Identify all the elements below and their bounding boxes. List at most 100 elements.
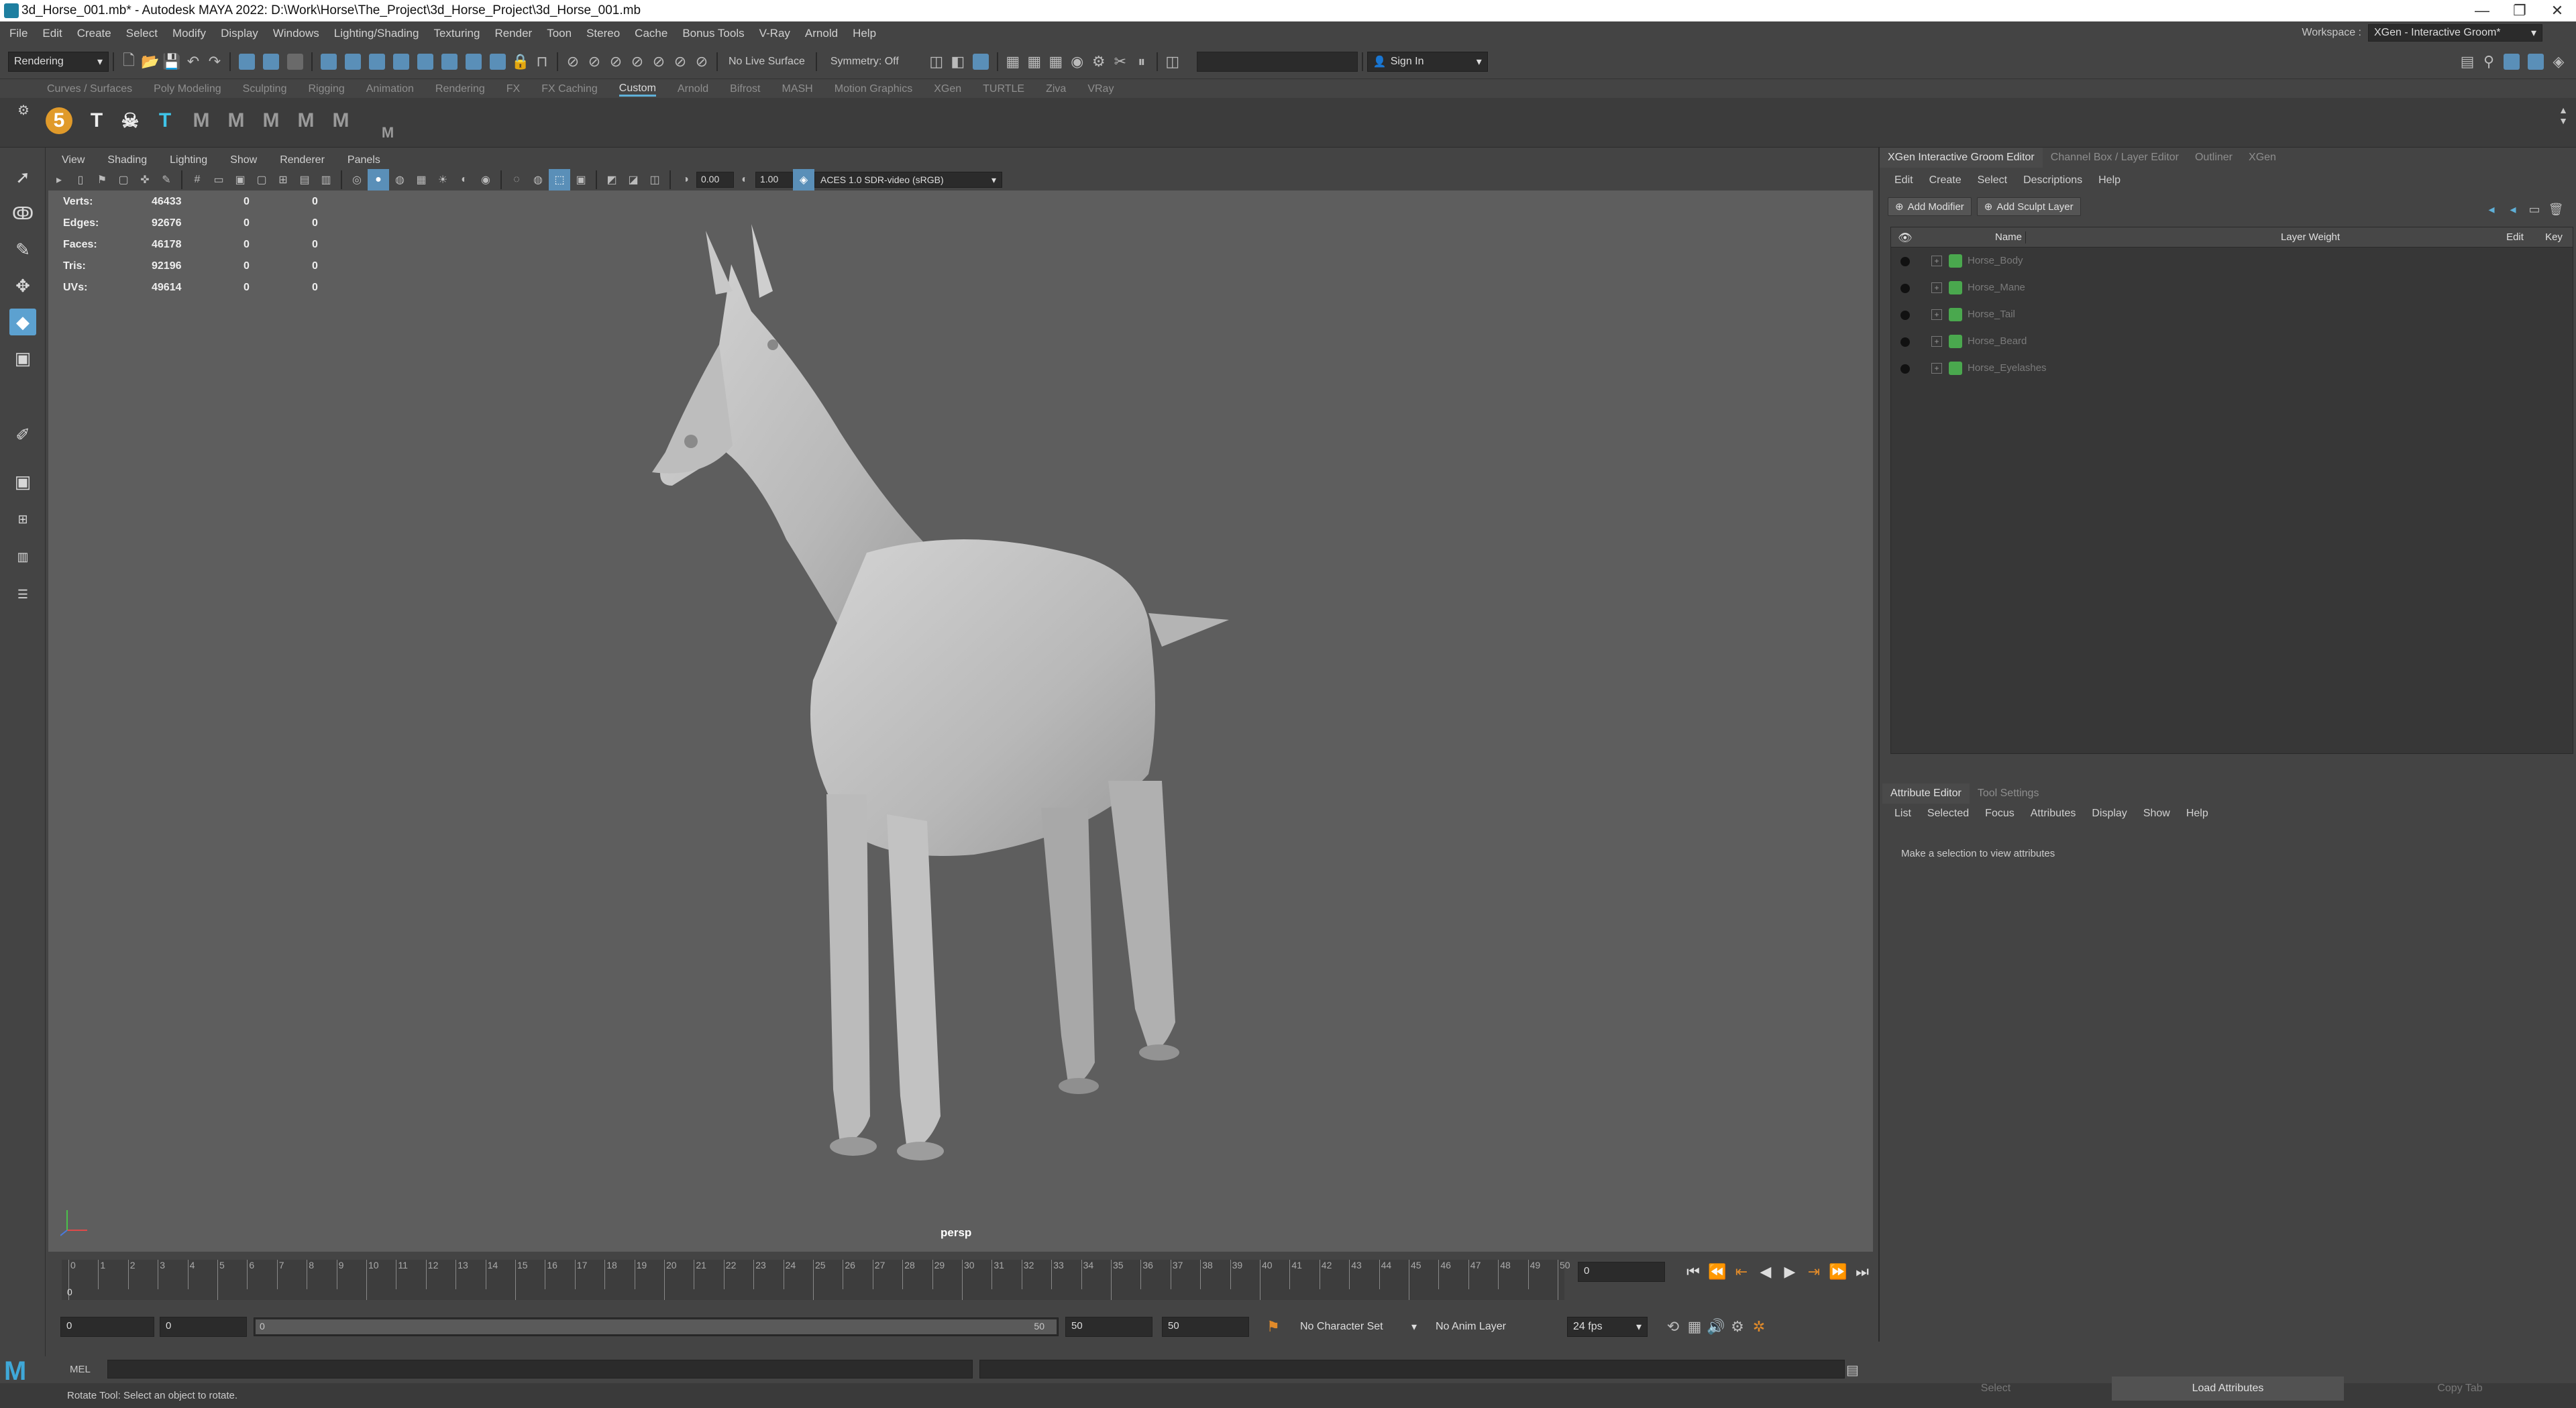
menu-render[interactable]: Render xyxy=(494,27,532,40)
menu-file[interactable]: File xyxy=(9,27,28,40)
snap-grid-icon[interactable] xyxy=(321,54,337,70)
magnet-icon[interactable]: ⊓ xyxy=(531,51,553,72)
mel-command-input[interactable] xyxy=(107,1360,973,1378)
scene-start-field[interactable]: 0 xyxy=(60,1317,154,1337)
go-to-start-icon[interactable]: ⏮ xyxy=(1681,1261,1705,1283)
auto-key-icon[interactable]: ⚑ xyxy=(1263,1316,1284,1338)
redo-icon[interactable]: ↷ xyxy=(204,51,225,72)
snap-projected-icon[interactable] xyxy=(393,54,409,70)
shelf-m-icon[interactable]: M xyxy=(256,106,286,136)
expand-icon[interactable]: + xyxy=(1931,309,1942,320)
restore-button[interactable]: ❐ xyxy=(2501,0,2538,21)
add-modifier-button[interactable]: ⊕ Add Modifier xyxy=(1888,197,1972,216)
sign-in-dropdown[interactable]: 👤 Sign In ▾ xyxy=(1366,52,1488,72)
xgen-menu-help[interactable]: Help xyxy=(2098,174,2121,186)
wireframe-on-shaded-icon[interactable]: ◍ xyxy=(389,169,411,191)
expand-icon[interactable]: + xyxy=(1931,282,1942,293)
new-scene-icon[interactable]: 🗋 xyxy=(118,51,140,72)
field-chart-icon[interactable]: ⊞ xyxy=(272,169,294,191)
menu-stereo[interactable]: Stereo xyxy=(586,27,620,40)
xray-icon[interactable]: ◩ xyxy=(601,169,623,191)
lasso-tool-icon[interactable]: ↂ xyxy=(9,200,36,227)
last-tool-icon[interactable]: ✐ xyxy=(9,421,36,448)
textured-icon[interactable]: ▦ xyxy=(411,169,432,191)
horse-model[interactable] xyxy=(48,191,1873,1252)
render-view-icon[interactable]: ▦ xyxy=(1002,51,1024,72)
panel-tab-channel-box-layer-editor[interactable]: Channel Box / Layer Editor xyxy=(2043,148,2187,168)
select-object-icon[interactable] xyxy=(263,54,279,70)
layer-row[interactable]: + Horse_Mane xyxy=(1891,274,2573,301)
xray-joints-icon[interactable]: ◪ xyxy=(623,169,644,191)
snap-edge-icon[interactable] xyxy=(466,54,482,70)
vray-render-icon[interactable]: ✂ xyxy=(1110,51,1131,72)
workspace-dropdown[interactable]: XGen - Interactive Groom* ▾ xyxy=(2368,24,2542,42)
shelf-m-icon[interactable]: M xyxy=(373,118,402,148)
reflection-icon[interactable]: ◧ xyxy=(947,51,969,72)
shelf-tab-bifrost[interactable]: Bifrost xyxy=(730,83,760,95)
playback-end-field[interactable]: 50 xyxy=(1065,1317,1152,1337)
playback-start-field[interactable]: 0 xyxy=(160,1317,247,1337)
copy-tab-button[interactable]: Copy Tab xyxy=(2344,1376,2576,1401)
shelf-tab-turtle[interactable]: TURTLE xyxy=(983,83,1024,95)
expand-icon[interactable]: + xyxy=(1931,336,1942,347)
shelf-script-5-icon[interactable]: 5 xyxy=(44,106,74,136)
range-slider[interactable]: 0 50 xyxy=(254,1317,1059,1336)
character-controls-icon[interactable]: ⚲ xyxy=(2478,51,2500,72)
menu-edit[interactable]: Edit xyxy=(42,27,62,40)
attr-menu-selected[interactable]: Selected xyxy=(1927,808,1969,820)
layer-row[interactable]: + Horse_Eyelashes xyxy=(1891,355,2573,382)
camera-attributes-icon[interactable]: ▯ xyxy=(70,169,91,191)
menu-windows[interactable]: Windows xyxy=(273,27,319,40)
loop-icon[interactable]: ⟲ xyxy=(1662,1316,1684,1338)
add-sculpt-layer-button[interactable]: ⊕ Add Sculpt Layer xyxy=(1976,197,2081,216)
soft-select-icon[interactable]: ◫ xyxy=(926,51,947,72)
image-plane-icon[interactable]: ▢ xyxy=(113,169,134,191)
safe-title-icon[interactable]: ▥ xyxy=(315,169,337,191)
viewport-persp[interactable]: Verts: 46433 0 0 Edges: 92676 0 0 Faces: 46178 0 0 T… xyxy=(48,191,1873,1252)
layout-icon[interactable]: ⊞ xyxy=(9,506,36,533)
safe-action-icon[interactable]: ▤ xyxy=(294,169,315,191)
panel-toggle-icon[interactable]: ◫ xyxy=(1162,51,1183,72)
exposure-field[interactable]: 0.00 xyxy=(696,172,734,188)
wireframe-icon[interactable]: ◎ xyxy=(346,169,368,191)
visibility-dot-icon[interactable] xyxy=(1900,337,1910,347)
step-back-key-icon[interactable]: ⏪ xyxy=(1705,1261,1729,1283)
move-tool-icon[interactable]: ✥ xyxy=(9,272,36,299)
shelf-tab-custom[interactable]: Custom xyxy=(619,83,656,97)
arrow-left-icon[interactable]: ◂ xyxy=(2481,199,2502,220)
save-scene-icon[interactable]: 💾 xyxy=(161,51,182,72)
attr-menu-list[interactable]: List xyxy=(1894,808,1911,820)
timeline-ruler[interactable]: 0 1 2 3 4 5 6 7 8 9 10 11 12 13 14 15 16 17 18 19 20 21 22 23 24… xyxy=(62,1260,1570,1300)
menu-v-ray[interactable]: V-Ray xyxy=(759,27,790,40)
layer-weight-column-header[interactable]: Layer Weight xyxy=(2126,231,2495,243)
viewport-menu-panels[interactable]: Panels xyxy=(347,154,380,166)
shelf-tab-sculpting[interactable]: Sculpting xyxy=(243,83,287,95)
bookmark-icon[interactable]: ⚑ xyxy=(91,169,113,191)
viewport-menu-renderer[interactable]: Renderer xyxy=(280,154,325,166)
go-to-end-icon[interactable]: ⏭ xyxy=(1850,1261,1874,1283)
step-back-frame-icon[interactable]: ⇤ xyxy=(1729,1261,1754,1283)
shelf-menu-icon[interactable]: ⚙ xyxy=(17,102,30,119)
select-component-icon[interactable] xyxy=(287,54,303,70)
attribute-editor-toggle-icon[interactable] xyxy=(2504,54,2520,70)
xgen-menu-descriptions[interactable]: Descriptions xyxy=(2023,174,2082,186)
minimize-button[interactable]: — xyxy=(2463,0,2501,21)
shelf-m-icon[interactable]: M xyxy=(326,106,356,136)
tool-settings-toggle-icon[interactable] xyxy=(2528,54,2544,70)
symmetry-label[interactable]: Symmetry: Off xyxy=(830,56,899,68)
script-editor-icon[interactable]: ▤ xyxy=(1846,1362,1859,1378)
anti-aliasing-icon[interactable]: ◍ xyxy=(527,169,549,191)
depth-of-field-icon[interactable]: ⬚ xyxy=(549,169,570,191)
render-region-icon[interactable]: ⊘ xyxy=(627,51,648,72)
folder-icon[interactable]: ▭ xyxy=(2524,199,2545,220)
select-tool-icon[interactable]: ➚ xyxy=(9,164,36,191)
shelf-tab-arnold[interactable]: Arnold xyxy=(678,83,708,95)
shelf-tab-rigging[interactable]: Rigging xyxy=(308,83,344,95)
xgen-menu-select[interactable]: Select xyxy=(1978,174,2007,186)
shelf-tab-poly-modeling[interactable]: Poly Modeling xyxy=(154,83,221,95)
menu-cache[interactable]: Cache xyxy=(635,27,667,40)
motion-blur-icon[interactable]: ◌ xyxy=(506,169,527,191)
xgen-menu-create[interactable]: Create xyxy=(1929,174,1962,186)
shelf-tab-rendering[interactable]: Rendering xyxy=(435,83,485,95)
layout-two-icon[interactable]: ▥ xyxy=(9,543,36,570)
